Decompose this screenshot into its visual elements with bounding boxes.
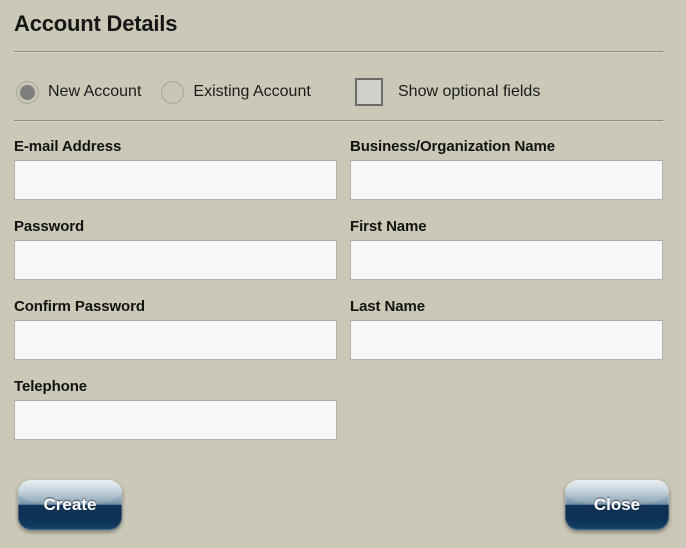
create-button[interactable]: Create (18, 480, 122, 530)
input-password[interactable] (14, 240, 337, 280)
field-password: Password (14, 218, 337, 280)
radio-label-new-account: New Account (48, 83, 142, 100)
radio-icon-new-account[interactable] (16, 80, 39, 104)
options-row: New Account Existing Account Show option… (0, 72, 686, 112)
field-telephone: Telephone (14, 378, 337, 440)
show-optional-fields-checkbox[interactable]: Show optional fields (355, 72, 540, 112)
label-first-name: First Name (350, 218, 427, 235)
field-first-name: First Name (350, 218, 663, 280)
label-last-name: Last Name (350, 298, 425, 315)
checkbox-icon-optional-fields[interactable] (355, 78, 383, 106)
input-telephone[interactable] (14, 400, 337, 440)
label-email-address: E-mail Address (14, 138, 122, 155)
radio-icon-existing-account[interactable] (161, 80, 185, 104)
input-confirm-password[interactable] (14, 320, 337, 360)
field-confirm-password: Confirm Password (14, 298, 337, 360)
checkbox-label-optional-fields: Show optional fields (398, 83, 541, 100)
close-button-label: Close (593, 495, 641, 514)
radio-option-new-account[interactable]: New Account (16, 72, 141, 112)
field-last-name: Last Name (350, 298, 663, 360)
radio-option-existing-account[interactable]: Existing Account (161, 72, 311, 112)
account-details-dialog: Account Details New Account Existing Acc… (0, 0, 686, 548)
form-column-right: Business/Organization Name First Name La… (350, 138, 663, 378)
input-email-address[interactable] (14, 160, 337, 200)
form-column-left: E-mail Address Password Confirm Password… (14, 138, 337, 458)
label-business-organization-name: Business/Organization Name (350, 138, 555, 155)
field-business-organization-name: Business/Organization Name (350, 138, 663, 200)
close-button[interactable]: Close (565, 480, 669, 530)
input-last-name[interactable] (350, 320, 663, 360)
page-title: Account Details (14, 11, 178, 36)
label-telephone: Telephone (14, 378, 87, 395)
account-type-radio-group: New Account Existing Account (16, 72, 311, 112)
input-first-name[interactable] (350, 240, 663, 280)
divider-below-options (14, 120, 663, 122)
input-business-organization-name[interactable] (350, 160, 663, 200)
label-password: Password (14, 218, 85, 235)
field-email-address: E-mail Address (14, 138, 337, 200)
create-button-label: Create (43, 495, 97, 514)
divider-top (14, 51, 663, 53)
radio-label-existing-account: Existing Account (193, 83, 311, 100)
label-confirm-password: Confirm Password (14, 298, 145, 315)
